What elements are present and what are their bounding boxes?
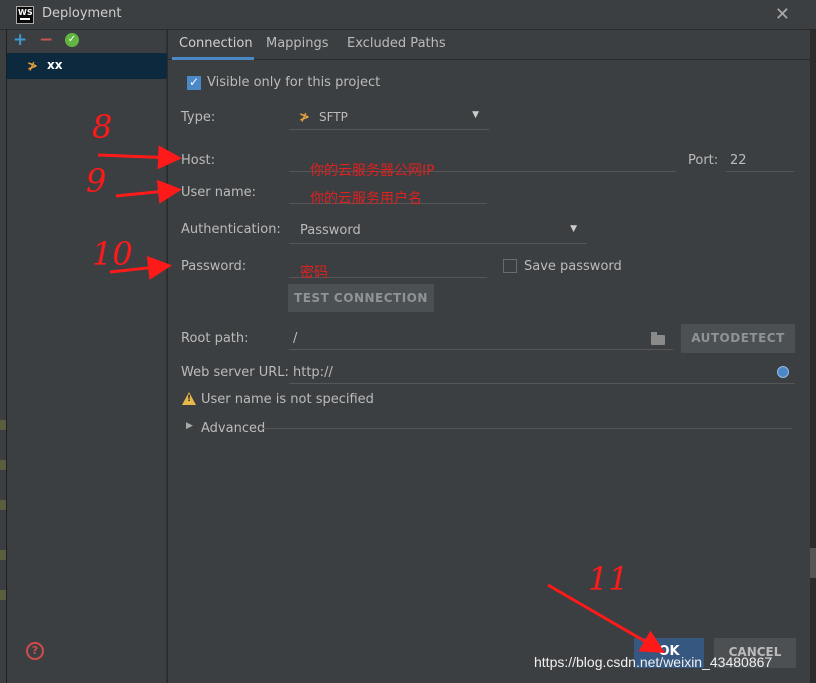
gutter-mark	[0, 550, 6, 560]
webstorm-logo-icon: WS	[16, 6, 34, 24]
type-value: SFTP	[319, 110, 348, 124]
username-label: User name:	[181, 185, 257, 200]
remove-server-icon[interactable]: −	[39, 31, 53, 49]
sftp-icon: ≯	[27, 59, 38, 74]
gutter-mark	[0, 500, 6, 510]
save-password-label: Save password	[524, 259, 622, 274]
annotation-password: 密码	[300, 265, 328, 281]
window-title: Deployment	[42, 6, 122, 21]
host-label: Host:	[181, 153, 215, 168]
visible-only-checkbox[interactable]	[187, 75, 201, 90]
auth-dropdown[interactable]: Password ▼	[289, 218, 587, 244]
gutter-mark	[0, 590, 6, 600]
password-label: Password:	[181, 259, 247, 274]
title-bar: WS Deployment ✕	[0, 0, 816, 30]
server-list-panel: + − ✓ ≯ xx ?	[7, 30, 167, 683]
annotation-number-11: 11	[588, 560, 629, 598]
port-label: Port:	[688, 153, 719, 168]
annotation-number-9: 9	[86, 162, 107, 200]
chevron-down-icon: ▼	[472, 110, 479, 120]
autodetect-button[interactable]: AUTODETECT	[681, 324, 795, 353]
tab-excluded-paths[interactable]: Excluded Paths	[347, 36, 446, 51]
port-input[interactable]: 22	[726, 150, 794, 172]
add-server-icon[interactable]: +	[13, 31, 27, 49]
server-list-toolbar: + − ✓	[7, 30, 166, 52]
expand-arrow-icon[interactable]: ▶	[186, 421, 193, 431]
folder-icon[interactable]	[651, 332, 665, 345]
auth-label: Authentication:	[181, 222, 281, 237]
warning-text: User name is not specified	[201, 392, 374, 407]
annotation-host: 你的云服务器公网IP	[310, 163, 435, 179]
test-connection-button[interactable]: TEST CONNECTION	[288, 284, 434, 312]
editor-gutter	[0, 30, 7, 683]
gutter-mark	[0, 460, 6, 470]
tab-mappings[interactable]: Mappings	[266, 36, 329, 51]
advanced-toggle[interactable]: Advanced	[201, 421, 265, 436]
set-default-check-icon[interactable]: ✓	[65, 33, 79, 47]
advanced-divider	[262, 428, 792, 429]
server-name: xx	[47, 58, 63, 72]
warning-icon	[182, 392, 196, 405]
auth-value: Password	[300, 223, 361, 238]
gutter-mark	[0, 420, 6, 430]
active-tab-indicator	[172, 57, 254, 60]
watermark: https://blog.csdn.net/weixin_43480867	[534, 654, 773, 670]
tab-bar: Connection Mappings Excluded Paths	[168, 30, 810, 60]
root-path-input[interactable]: /	[289, 328, 673, 350]
close-icon[interactable]: ✕	[775, 4, 790, 25]
globe-icon[interactable]	[777, 366, 789, 378]
annotation-username: 你的云服务用户名	[310, 191, 422, 207]
type-dropdown[interactable]: ≯ SFTP ▼	[289, 104, 489, 130]
root-path-label: Root path:	[181, 331, 249, 346]
save-password-checkbox[interactable]	[503, 259, 517, 273]
web-url-label: Web server URL:	[181, 365, 289, 380]
tab-connection[interactable]: Connection	[179, 36, 253, 51]
visible-only-label: Visible only for this project	[207, 75, 381, 90]
main-panel: Connection Mappings Excluded Paths Visib…	[168, 30, 810, 683]
annotation-number-8: 8	[92, 108, 113, 146]
server-list-item[interactable]: ≯ xx	[7, 53, 167, 79]
annotation-number-10: 10	[92, 235, 133, 273]
sftp-icon: ≯	[299, 110, 310, 125]
chevron-down-icon: ▼	[570, 224, 577, 234]
web-url-input[interactable]: http://	[289, 362, 795, 384]
type-label: Type:	[181, 110, 216, 125]
help-icon[interactable]: ?	[26, 642, 44, 660]
scrollbar-thumb[interactable]	[810, 548, 816, 578]
